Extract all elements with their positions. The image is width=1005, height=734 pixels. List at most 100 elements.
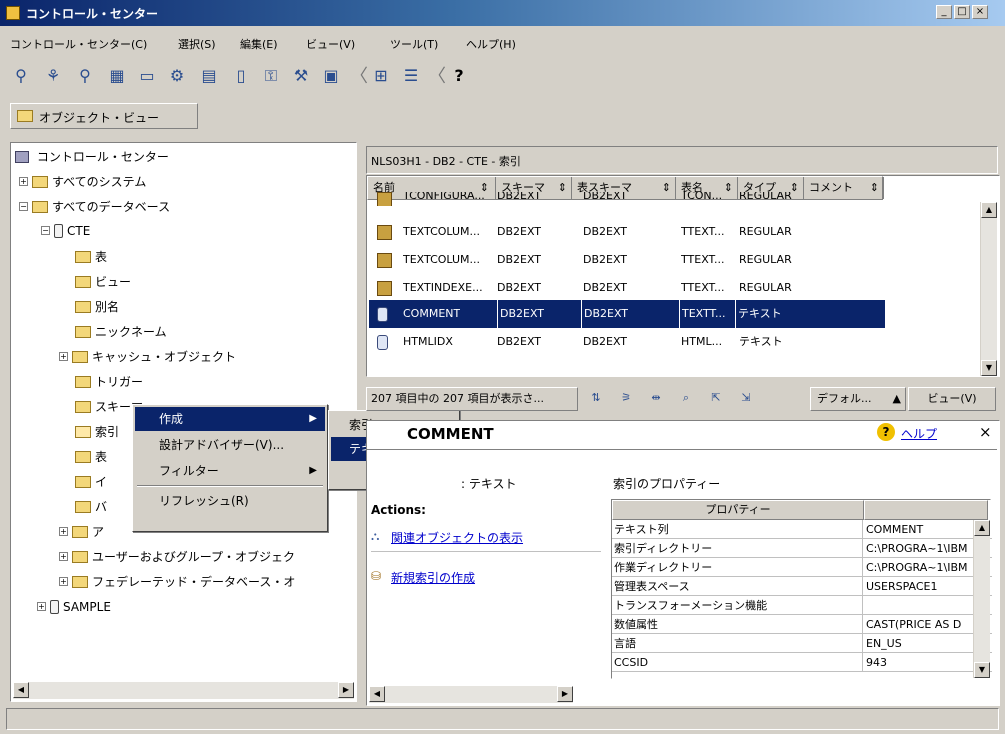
window-icon[interactable]: ⊞ [368, 64, 394, 88]
properties-vertical-scrollbar[interactable]: ▲ ▼ [973, 520, 990, 678]
expand-icon[interactable]: + [37, 602, 46, 611]
table-row[interactable]: TCONFIGURA... DB2EXT DB2EXT TCON... REGU… [369, 192, 885, 206]
scroll-left-icon[interactable]: ◀ [13, 682, 29, 698]
menu-control-center[interactable]: コントロール・センター(C) [10, 36, 147, 52]
task-center-icon[interactable]: ⚙ [164, 64, 190, 88]
property-row[interactable]: 言語 EN_US [612, 634, 992, 653]
create-new-index-link[interactable]: 新規索引の作成 [391, 569, 475, 586]
close-window-button[interactable]: × [972, 5, 988, 19]
menu-item-filter[interactable]: フィルター ▶ [135, 459, 325, 483]
database-icon[interactable]: ▦ [104, 64, 130, 88]
health-center-icon[interactable]: ▤ [196, 64, 222, 88]
monitor-icon[interactable]: ▣ [318, 64, 344, 88]
close-details-button[interactable]: × [979, 423, 992, 441]
value-column-header [864, 500, 988, 520]
details-pane: COMMENT ? ヘルプ × : テキスト 索引のプロパティー Actions… [366, 420, 1000, 706]
tree-node-nicknames[interactable]: ニックネーム [75, 322, 167, 340]
table-row[interactable]: TEXTINDEXE... DB2EXT DB2EXT TTEXT... REG… [369, 274, 885, 302]
details-horizontal-scrollbar[interactable]: ◀ ▶ [369, 686, 573, 703]
menu-item-design-advisor[interactable]: 設計アドバイザー(V)... [135, 433, 325, 457]
index-table[interactable]: 名前 ⇕ スキーマ ⇕ 表スキーマ ⇕ 表名 ⇕ タイプ ⇕ コメント ⇕ TCONFIG… [366, 175, 1000, 377]
scroll-up-icon[interactable]: ▲ [974, 520, 990, 536]
table-row-selected[interactable]: COMMENT DB2EXT DB2EXT TEXTT... テキスト [369, 300, 885, 328]
tree-node-views[interactable]: ビュー [75, 272, 131, 290]
command-editor-icon[interactable]: ▭ [134, 64, 160, 88]
replication-icon[interactable]: ⚘ [40, 64, 66, 88]
tools-settings-icon[interactable]: ⚒ [288, 64, 314, 88]
folder-icon [75, 275, 91, 288]
view-button[interactable]: ビュー(V) [908, 387, 996, 411]
tree-node-indexes[interactable]: 索引 [75, 422, 119, 440]
properties-table[interactable]: プロパティー テキスト列 COMMENT 索引ディレクトリー C:\PROGRA~1… [611, 499, 992, 679]
expand-icon[interactable]: + [59, 577, 68, 586]
deselect-icon[interactable]: ⇲ [732, 387, 760, 411]
tree-node-event-monitors[interactable]: イ [75, 472, 107, 490]
property-row[interactable]: トランスフォーメーション機能 [612, 596, 992, 615]
menu-item-refresh[interactable]: リフレッシュ(R) [135, 489, 325, 513]
tree-node-cache-objects[interactable]: + キャッシュ・オブジェクト [59, 347, 236, 365]
collapse-icon[interactable]: − [19, 202, 28, 211]
property-row[interactable]: CCSID 943 [612, 653, 992, 672]
menu-select[interactable]: 選択(S) [178, 36, 216, 52]
expand-icon[interactable]: + [59, 552, 68, 561]
expand-icon[interactable]: + [59, 527, 68, 536]
scroll-right-icon[interactable]: ▶ [557, 686, 573, 702]
scroll-left-icon[interactable]: ◀ [369, 686, 385, 702]
tree-node-db-cte[interactable]: − CTE [41, 221, 90, 239]
sort-icon[interactable]: ⇅ [582, 387, 610, 411]
property-row[interactable]: 作業ディレクトリー C:\PROGRA~1\IBM [612, 558, 992, 577]
menu-help[interactable]: ヘルプ(H) [466, 36, 516, 52]
table-row[interactable]: TEXTCOLUM... DB2EXT DB2EXT TTEXT... REGU… [369, 246, 885, 274]
details-title: COMMENT [407, 425, 494, 443]
tree-node-db-sample[interactable]: + SAMPLE [37, 597, 111, 615]
table-row[interactable]: HTMLIDX DB2EXT DB2EXT HTML... テキスト [369, 328, 885, 356]
tree-node-all-systems[interactable]: + すべてのシステム [19, 172, 146, 190]
table-row[interactable]: TEXTCOLUM... DB2EXT DB2EXT TTEXT... REGU… [369, 218, 885, 246]
menu-item-create[interactable]: 作成 ▶ [135, 407, 325, 431]
scroll-up-icon[interactable]: ▲ [981, 202, 997, 218]
expand-icon[interactable]: + [19, 177, 28, 186]
license-icon[interactable]: ⚿ [258, 64, 284, 88]
tree-node-buffer-pools[interactable]: バ [75, 497, 107, 515]
menu-view[interactable]: ビュー(V) [306, 36, 355, 52]
tree-node-root[interactable]: コントロール・センター [15, 147, 169, 165]
select-all-icon[interactable]: ⇱ [702, 387, 730, 411]
table-vertical-scrollbar[interactable]: ▲ ▼ [980, 202, 997, 376]
scroll-down-icon[interactable]: ▼ [974, 662, 990, 678]
tree-node-app-objects[interactable]: + ア [59, 522, 104, 540]
find-icon[interactable]: ⌕ [672, 387, 700, 411]
scroll-down-icon[interactable]: ▼ [981, 360, 997, 376]
scroll-right-icon[interactable]: ▶ [338, 682, 354, 698]
object-view-tab[interactable]: オブジェクト・ビュー [10, 103, 198, 129]
default-view-button[interactable]: デフォル... ▲ [810, 387, 906, 411]
object-tree-icon[interactable]: ⚲ [8, 64, 34, 88]
tree-node-federated[interactable]: + フェデレーテッド・データベース・オ [59, 572, 295, 590]
minimize-button[interactable]: _ [936, 5, 952, 19]
expand-icon[interactable]: + [59, 352, 68, 361]
tree-node-aliases[interactable]: 別名 [75, 297, 119, 315]
list-icon[interactable]: ☰ [398, 64, 424, 88]
tree-node-triggers[interactable]: トリガー [75, 372, 143, 390]
menu-tools[interactable]: ツール(T) [390, 36, 438, 52]
tree-horizontal-scrollbar[interactable]: ◀ ▶ [13, 682, 354, 699]
filter-icon[interactable]: ⚞ [612, 387, 640, 411]
help-link[interactable]: ヘルプ [901, 425, 937, 442]
columns-icon[interactable]: ⇹ [642, 387, 670, 411]
collapse-icon[interactable]: − [41, 226, 50, 235]
satellite-icon[interactable]: ⚲ [72, 64, 98, 88]
tree-node-tablespaces[interactable]: 表 [75, 447, 107, 465]
property-row[interactable]: 数値属性 CAST(PRICE AS D [612, 615, 992, 634]
tree-node-tables[interactable]: 表 [75, 247, 107, 265]
tree-node-users-groups[interactable]: + ユーザーおよびグループ・オブジェク [59, 547, 295, 565]
help-icon[interactable]: ? [446, 64, 472, 88]
folder-icon [72, 575, 88, 588]
tree-node-all-databases[interactable]: − すべてのデータベース [19, 197, 170, 215]
show-related-objects-link[interactable]: 関連オブジェクトの表示 [391, 529, 523, 546]
journal-icon[interactable]: ▯ [228, 64, 254, 88]
menu-edit[interactable]: 編集(E) [240, 36, 278, 52]
maximize-button[interactable]: □ [954, 5, 970, 19]
property-row[interactable]: テキスト列 COMMENT [612, 520, 992, 539]
property-row[interactable]: 索引ディレクトリー C:\PROGRA~1\IBM [612, 539, 992, 558]
property-row[interactable]: 管理表スペース USERSPACE1 [612, 577, 992, 596]
actions-label: Actions: [371, 503, 426, 517]
